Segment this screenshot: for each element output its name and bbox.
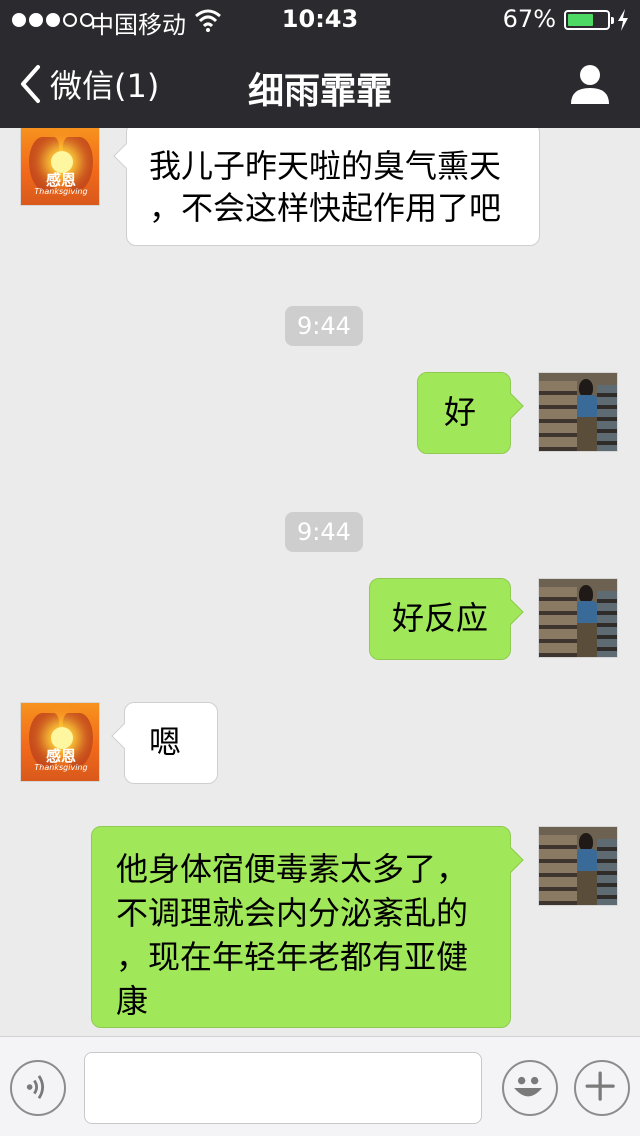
message-text: 嗯 — [149, 723, 182, 761]
voice-icon — [26, 1075, 45, 1099]
status-bar: 中国移动 10:43 67% — [0, 0, 640, 40]
avatar-subcaption: Thanksgiving — [34, 763, 88, 772]
emoji-button[interactable] — [502, 1060, 558, 1116]
avatar-art — [577, 623, 597, 657]
message-text: 好反应 — [392, 599, 489, 637]
avatar-art — [597, 385, 617, 451]
avatar-art — [577, 849, 597, 873]
battery-percent: 67% — [502, 5, 556, 33]
avatar-art — [577, 601, 597, 625]
top-bar: 中国移动 10:43 67% 微信(1) 细雨霏霏 — [0, 0, 640, 128]
avatar-art — [539, 835, 577, 905]
contact-avatar[interactable]: 感恩 Thanksgiving — [20, 702, 100, 782]
voice-button[interactable] — [10, 1060, 66, 1116]
avatar-art — [539, 381, 577, 451]
sent-message-bubble[interactable]: 好反应 — [369, 578, 524, 660]
avatar-art — [597, 839, 617, 905]
message-text: 好 — [444, 393, 477, 431]
message-text: 我儿子昨天啦的臭气熏天 ，不会这样快起作用了吧 — [149, 147, 502, 227]
battery-fill — [568, 14, 594, 26]
received-message-bubble[interactable]: 嗯 — [111, 702, 218, 784]
person-icon[interactable] — [568, 62, 612, 106]
timestamp-badge: 9:44 — [285, 512, 363, 552]
avatar-art — [577, 395, 597, 419]
contact-avatar[interactable]: 感恩 Thanksgiving — [20, 128, 100, 206]
input-bar — [0, 1036, 640, 1136]
chevron-left-icon — [21, 65, 40, 103]
sent-message-bubble[interactable]: 好 — [417, 372, 524, 454]
avatar-art — [597, 591, 617, 657]
timestamp-badge: 9:44 — [285, 306, 363, 346]
charging-icon — [618, 9, 628, 31]
battery-icon — [564, 10, 614, 30]
emoji-icon — [514, 1076, 543, 1097]
bubble-tail — [113, 143, 139, 169]
message-list[interactable]: 感恩 Thanksgiving 我儿子昨天啦的臭气熏天 ，不会这样快起作用了吧 … — [0, 128, 640, 1036]
back-label: 微信(1) — [50, 67, 160, 105]
my-avatar[interactable] — [538, 578, 618, 658]
back-button[interactable]: 微信(1) — [18, 62, 159, 106]
plus-icon — [585, 1071, 615, 1101]
avatar-art — [577, 417, 597, 451]
message-input[interactable] — [84, 1052, 482, 1124]
avatar-art — [577, 871, 597, 905]
my-avatar[interactable] — [538, 372, 618, 452]
sent-message-bubble[interactable]: 他身体宿便毒素太多了， 不调理就会内分泌紊乱的 ，现在年轻年老都有亚健 康 — [91, 826, 524, 1028]
avatar-art — [539, 587, 577, 657]
nav-bar: 微信(1) 细雨霏霏 — [0, 40, 640, 128]
avatar-subcaption: Thanksgiving — [34, 187, 88, 196]
message-text: 他身体宿便毒素太多了， 不调理就会内分泌紊乱的 ，现在年轻年老都有亚健 康 — [116, 850, 469, 1020]
received-message-bubble[interactable]: 我儿子昨天啦的臭气熏天 ，不会这样快起作用了吧 — [113, 128, 540, 246]
more-button[interactable] — [574, 1060, 630, 1116]
my-avatar[interactable] — [538, 826, 618, 906]
bubble-tail — [111, 723, 137, 749]
